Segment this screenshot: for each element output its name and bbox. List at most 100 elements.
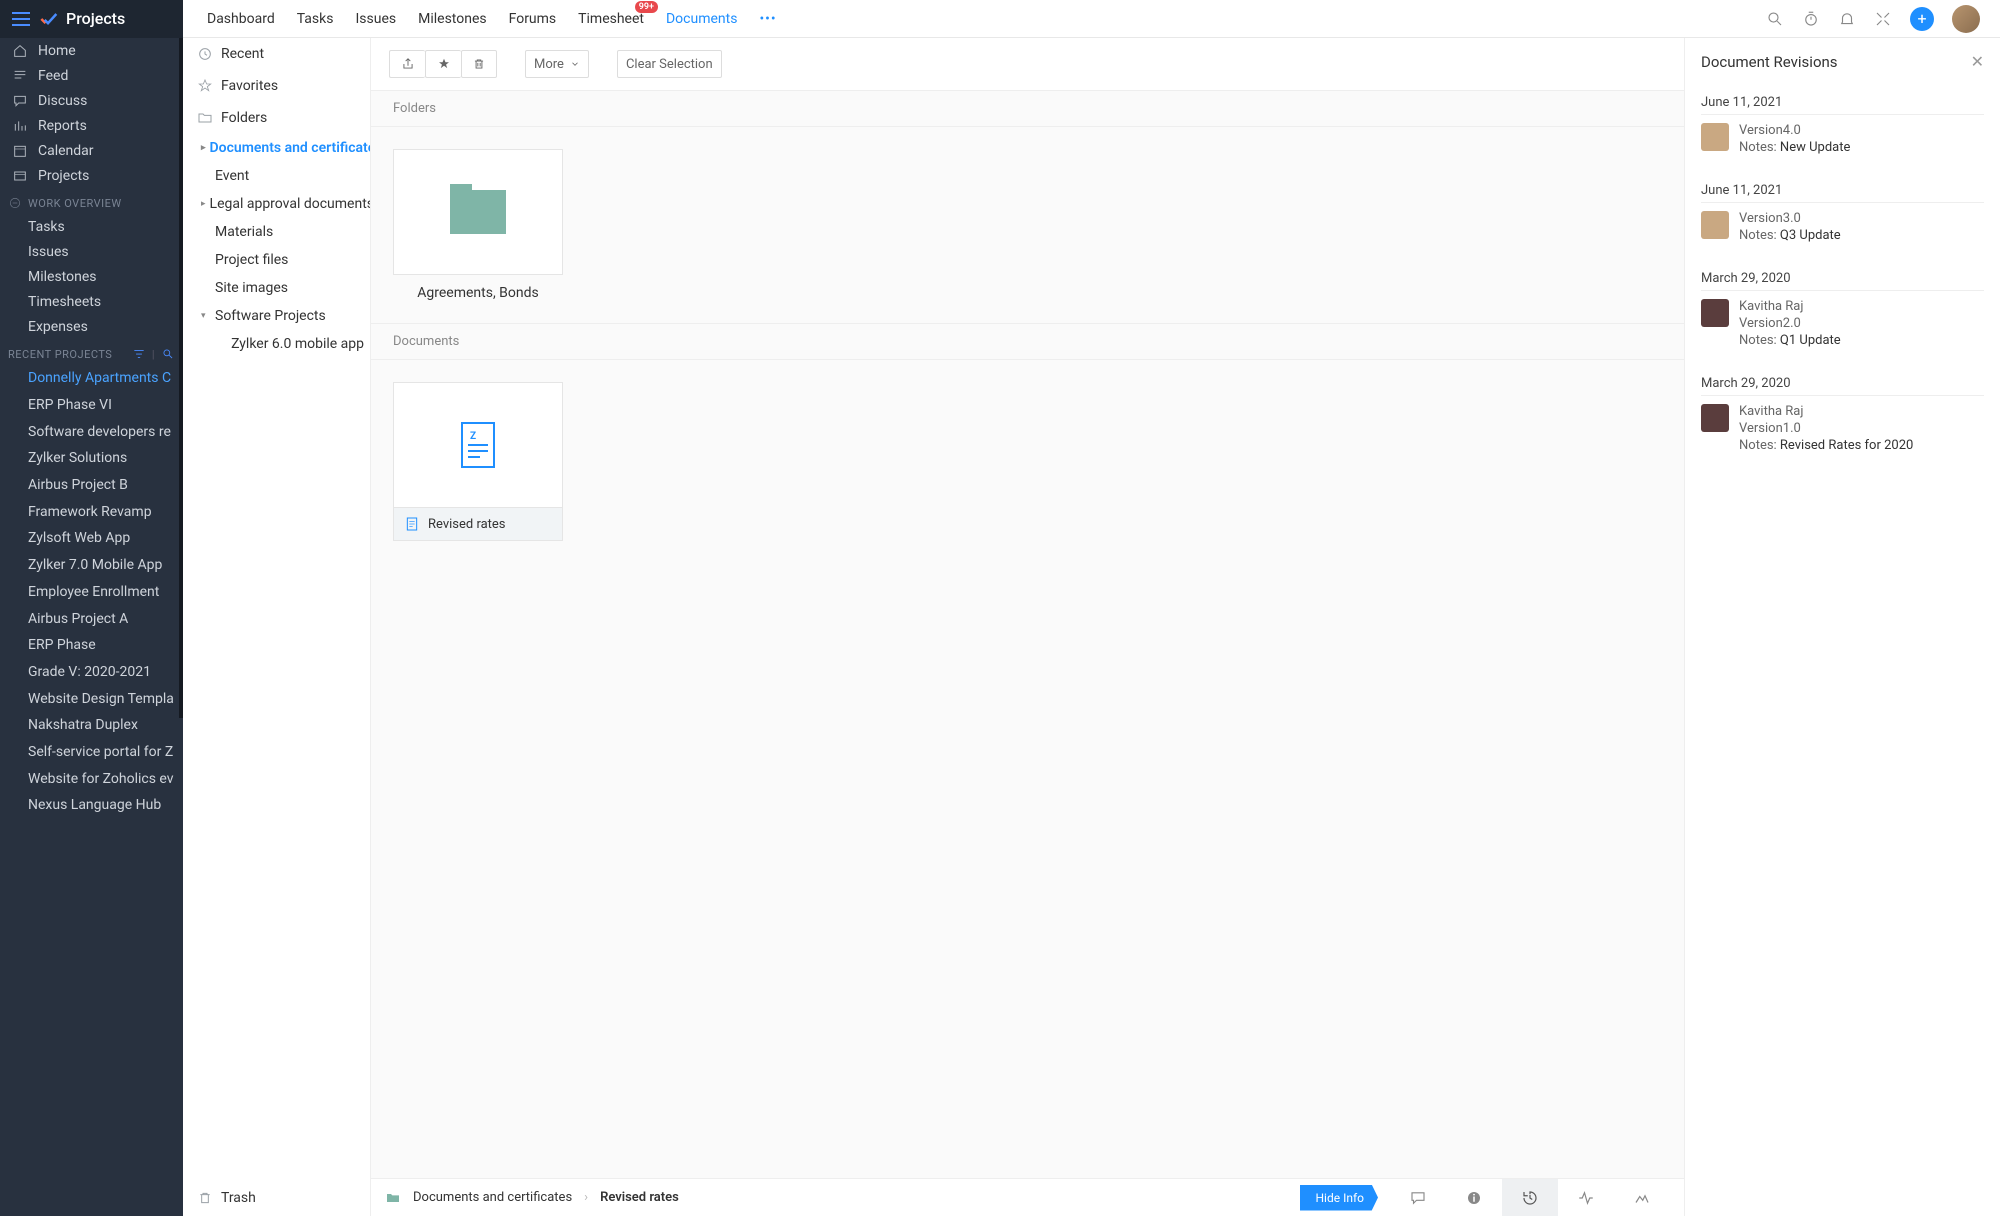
folder-card-label: Agreements, Bonds bbox=[393, 285, 563, 301]
comments-icon[interactable] bbox=[1390, 1179, 1446, 1216]
revision-author: Kavitha Raj bbox=[1739, 299, 1841, 314]
feed-icon bbox=[12, 68, 28, 84]
sidebar-overview-tasks[interactable]: Tasks bbox=[0, 214, 183, 239]
info-icon[interactable] bbox=[1446, 1179, 1502, 1216]
revisions-list: June 11, 2021Version4.0Notes: New Update… bbox=[1685, 81, 2000, 1216]
revision-avatar bbox=[1701, 404, 1729, 432]
add-button[interactable]: + bbox=[1910, 7, 1934, 31]
project-item[interactable]: Self-service portal for Z bbox=[0, 739, 183, 766]
project-item[interactable]: Airbus Project A bbox=[0, 605, 183, 632]
tree-item[interactable]: Site images bbox=[183, 274, 370, 302]
topnav-documents[interactable]: Documents bbox=[666, 11, 737, 27]
sidebar-calendar[interactable]: Calendar bbox=[0, 138, 183, 163]
project-item[interactable]: Nexus Language Hub bbox=[0, 792, 183, 819]
minus-circle-icon[interactable] bbox=[8, 196, 22, 210]
topnav-more-icon[interactable]: ••• bbox=[759, 11, 776, 27]
favorite-button[interactable] bbox=[425, 50, 461, 78]
folder-recent-label: Recent bbox=[221, 46, 264, 62]
breadcrumb-1[interactable]: Documents and certificates bbox=[413, 1190, 572, 1205]
revision-item[interactable]: June 11, 2021Version3.0Notes: Q3 Update bbox=[1701, 169, 1984, 257]
bell-icon[interactable] bbox=[1838, 10, 1856, 28]
project-item[interactable]: Software developers re bbox=[0, 418, 183, 445]
doc-file-row: Revised rates bbox=[393, 508, 563, 541]
timer-icon[interactable] bbox=[1802, 10, 1820, 28]
filter-icon[interactable] bbox=[132, 347, 146, 361]
sidebar-label: Discuss bbox=[38, 93, 87, 109]
tools-icon[interactable] bbox=[1874, 10, 1892, 28]
caret-icon: ▸ bbox=[201, 143, 206, 153]
folder-panel: Recent Favorites Folders ▸Documents and … bbox=[183, 38, 371, 1216]
sidebar-overview-issues[interactable]: Issues bbox=[0, 239, 183, 264]
sidebar-overview-milestones[interactable]: Milestones bbox=[0, 264, 183, 289]
tree-item[interactable]: Materials bbox=[183, 218, 370, 246]
document-card[interactable]: Z Revised rates bbox=[393, 382, 563, 541]
project-item[interactable]: Zylsoft Web App bbox=[0, 525, 183, 552]
project-item[interactable]: Donnelly Apartments C bbox=[0, 365, 183, 392]
folder-recent[interactable]: Recent bbox=[183, 38, 370, 70]
sidebar-reports[interactable]: Reports bbox=[0, 113, 183, 138]
sidebar-feed[interactable]: Feed bbox=[0, 63, 183, 88]
project-item[interactable]: Framework Revamp bbox=[0, 498, 183, 525]
topnav-tasks[interactable]: Tasks bbox=[297, 11, 334, 27]
history-icon[interactable] bbox=[1502, 1179, 1558, 1216]
sidebar: HomeFeedDiscussReportsCalendarProjectsWO… bbox=[0, 38, 183, 1216]
more-label: More bbox=[534, 57, 564, 72]
sidebar-home[interactable]: Home bbox=[0, 38, 183, 63]
folder-favorites[interactable]: Favorites bbox=[183, 70, 370, 102]
sidebar-projects[interactable]: Projects bbox=[0, 163, 183, 188]
topnav-issues[interactable]: Issues bbox=[355, 11, 396, 27]
sidebar-overview-expenses[interactable]: Expenses bbox=[0, 314, 183, 339]
tree-item[interactable]: Project files bbox=[183, 246, 370, 274]
topnav-dashboard[interactable]: Dashboard bbox=[207, 11, 275, 27]
close-icon[interactable]: ✕ bbox=[1971, 52, 1984, 71]
chevron-down-icon bbox=[570, 59, 580, 69]
tree-label: Project files bbox=[215, 252, 288, 268]
sidebar-overview-timesheets[interactable]: Timesheets bbox=[0, 289, 183, 314]
tree-item[interactable]: Zylker 6.0 mobile app bbox=[219, 330, 370, 358]
delete-button[interactable] bbox=[461, 50, 497, 78]
content-area: More Clear Selection Folders Agreements,… bbox=[371, 38, 1684, 1216]
search-icon[interactable] bbox=[1766, 10, 1784, 28]
tree-item[interactable]: ▸Documents and certificates bbox=[183, 134, 370, 162]
project-item[interactable]: Website for Zoholics ev bbox=[0, 765, 183, 792]
top-bar: Projects DashboardTasksIssuesMilestonesF… bbox=[0, 0, 2000, 38]
star-fill-icon bbox=[437, 57, 451, 71]
revision-date: June 11, 2021 bbox=[1701, 95, 1984, 115]
topnav-timesheet[interactable]: Timesheet99+ bbox=[578, 11, 644, 27]
activity-icon[interactable] bbox=[1558, 1179, 1614, 1216]
topnav-milestones[interactable]: Milestones bbox=[418, 11, 487, 27]
project-item[interactable]: ERP Phase bbox=[0, 632, 183, 659]
user-avatar[interactable] bbox=[1952, 5, 1980, 33]
share-button[interactable] bbox=[389, 50, 425, 78]
project-item[interactable]: Zylker 7.0 Mobile App bbox=[0, 552, 183, 579]
documents-section-title: Documents bbox=[371, 323, 1684, 360]
revision-item[interactable]: March 29, 2020Kavitha RajVersion2.0Notes… bbox=[1701, 257, 1984, 362]
folder-card[interactable]: Agreements, Bonds bbox=[393, 149, 563, 301]
project-item[interactable]: Airbus Project B bbox=[0, 472, 183, 499]
sidebar-discuss[interactable]: Discuss bbox=[0, 88, 183, 113]
clear-selection-button[interactable]: Clear Selection bbox=[617, 50, 722, 78]
more-button[interactable]: More bbox=[525, 50, 589, 78]
folder-trash[interactable]: Trash bbox=[183, 1180, 370, 1216]
project-item[interactable]: ERP Phase VI bbox=[0, 392, 183, 419]
project-item[interactable]: Zylker Solutions bbox=[0, 445, 183, 472]
hide-info-button[interactable]: Hide Info bbox=[1300, 1185, 1379, 1211]
search-icon[interactable] bbox=[161, 347, 175, 361]
topnav-forums[interactable]: Forums bbox=[509, 11, 557, 27]
tree-item[interactable]: ▸Legal approval documents bbox=[183, 190, 370, 218]
caret-icon: ▸ bbox=[201, 199, 206, 209]
tree-item[interactable]: Event bbox=[183, 162, 370, 190]
revision-item[interactable]: June 11, 2021Version4.0Notes: New Update bbox=[1701, 81, 1984, 169]
folder-trash-label: Trash bbox=[221, 1190, 256, 1206]
sidebar-scrollbar[interactable] bbox=[179, 38, 183, 718]
content-scroll[interactable]: Folders Agreements, Bonds Documents Z Re… bbox=[371, 90, 1684, 1178]
project-item[interactable]: Employee Enrollment bbox=[0, 579, 183, 606]
analytics-icon[interactable] bbox=[1614, 1179, 1670, 1216]
project-item[interactable]: Grade V: 2020-2021 bbox=[0, 659, 183, 686]
project-item[interactable]: Website Design Templa bbox=[0, 685, 183, 712]
folder-folders[interactable]: Folders bbox=[183, 102, 370, 134]
hamburger-icon[interactable] bbox=[12, 12, 30, 26]
revision-item[interactable]: March 29, 2020Kavitha RajVersion1.0Notes… bbox=[1701, 362, 1984, 467]
tree-item[interactable]: ▾Software Projects bbox=[183, 302, 370, 330]
project-item[interactable]: Nakshatra Duplex bbox=[0, 712, 183, 739]
